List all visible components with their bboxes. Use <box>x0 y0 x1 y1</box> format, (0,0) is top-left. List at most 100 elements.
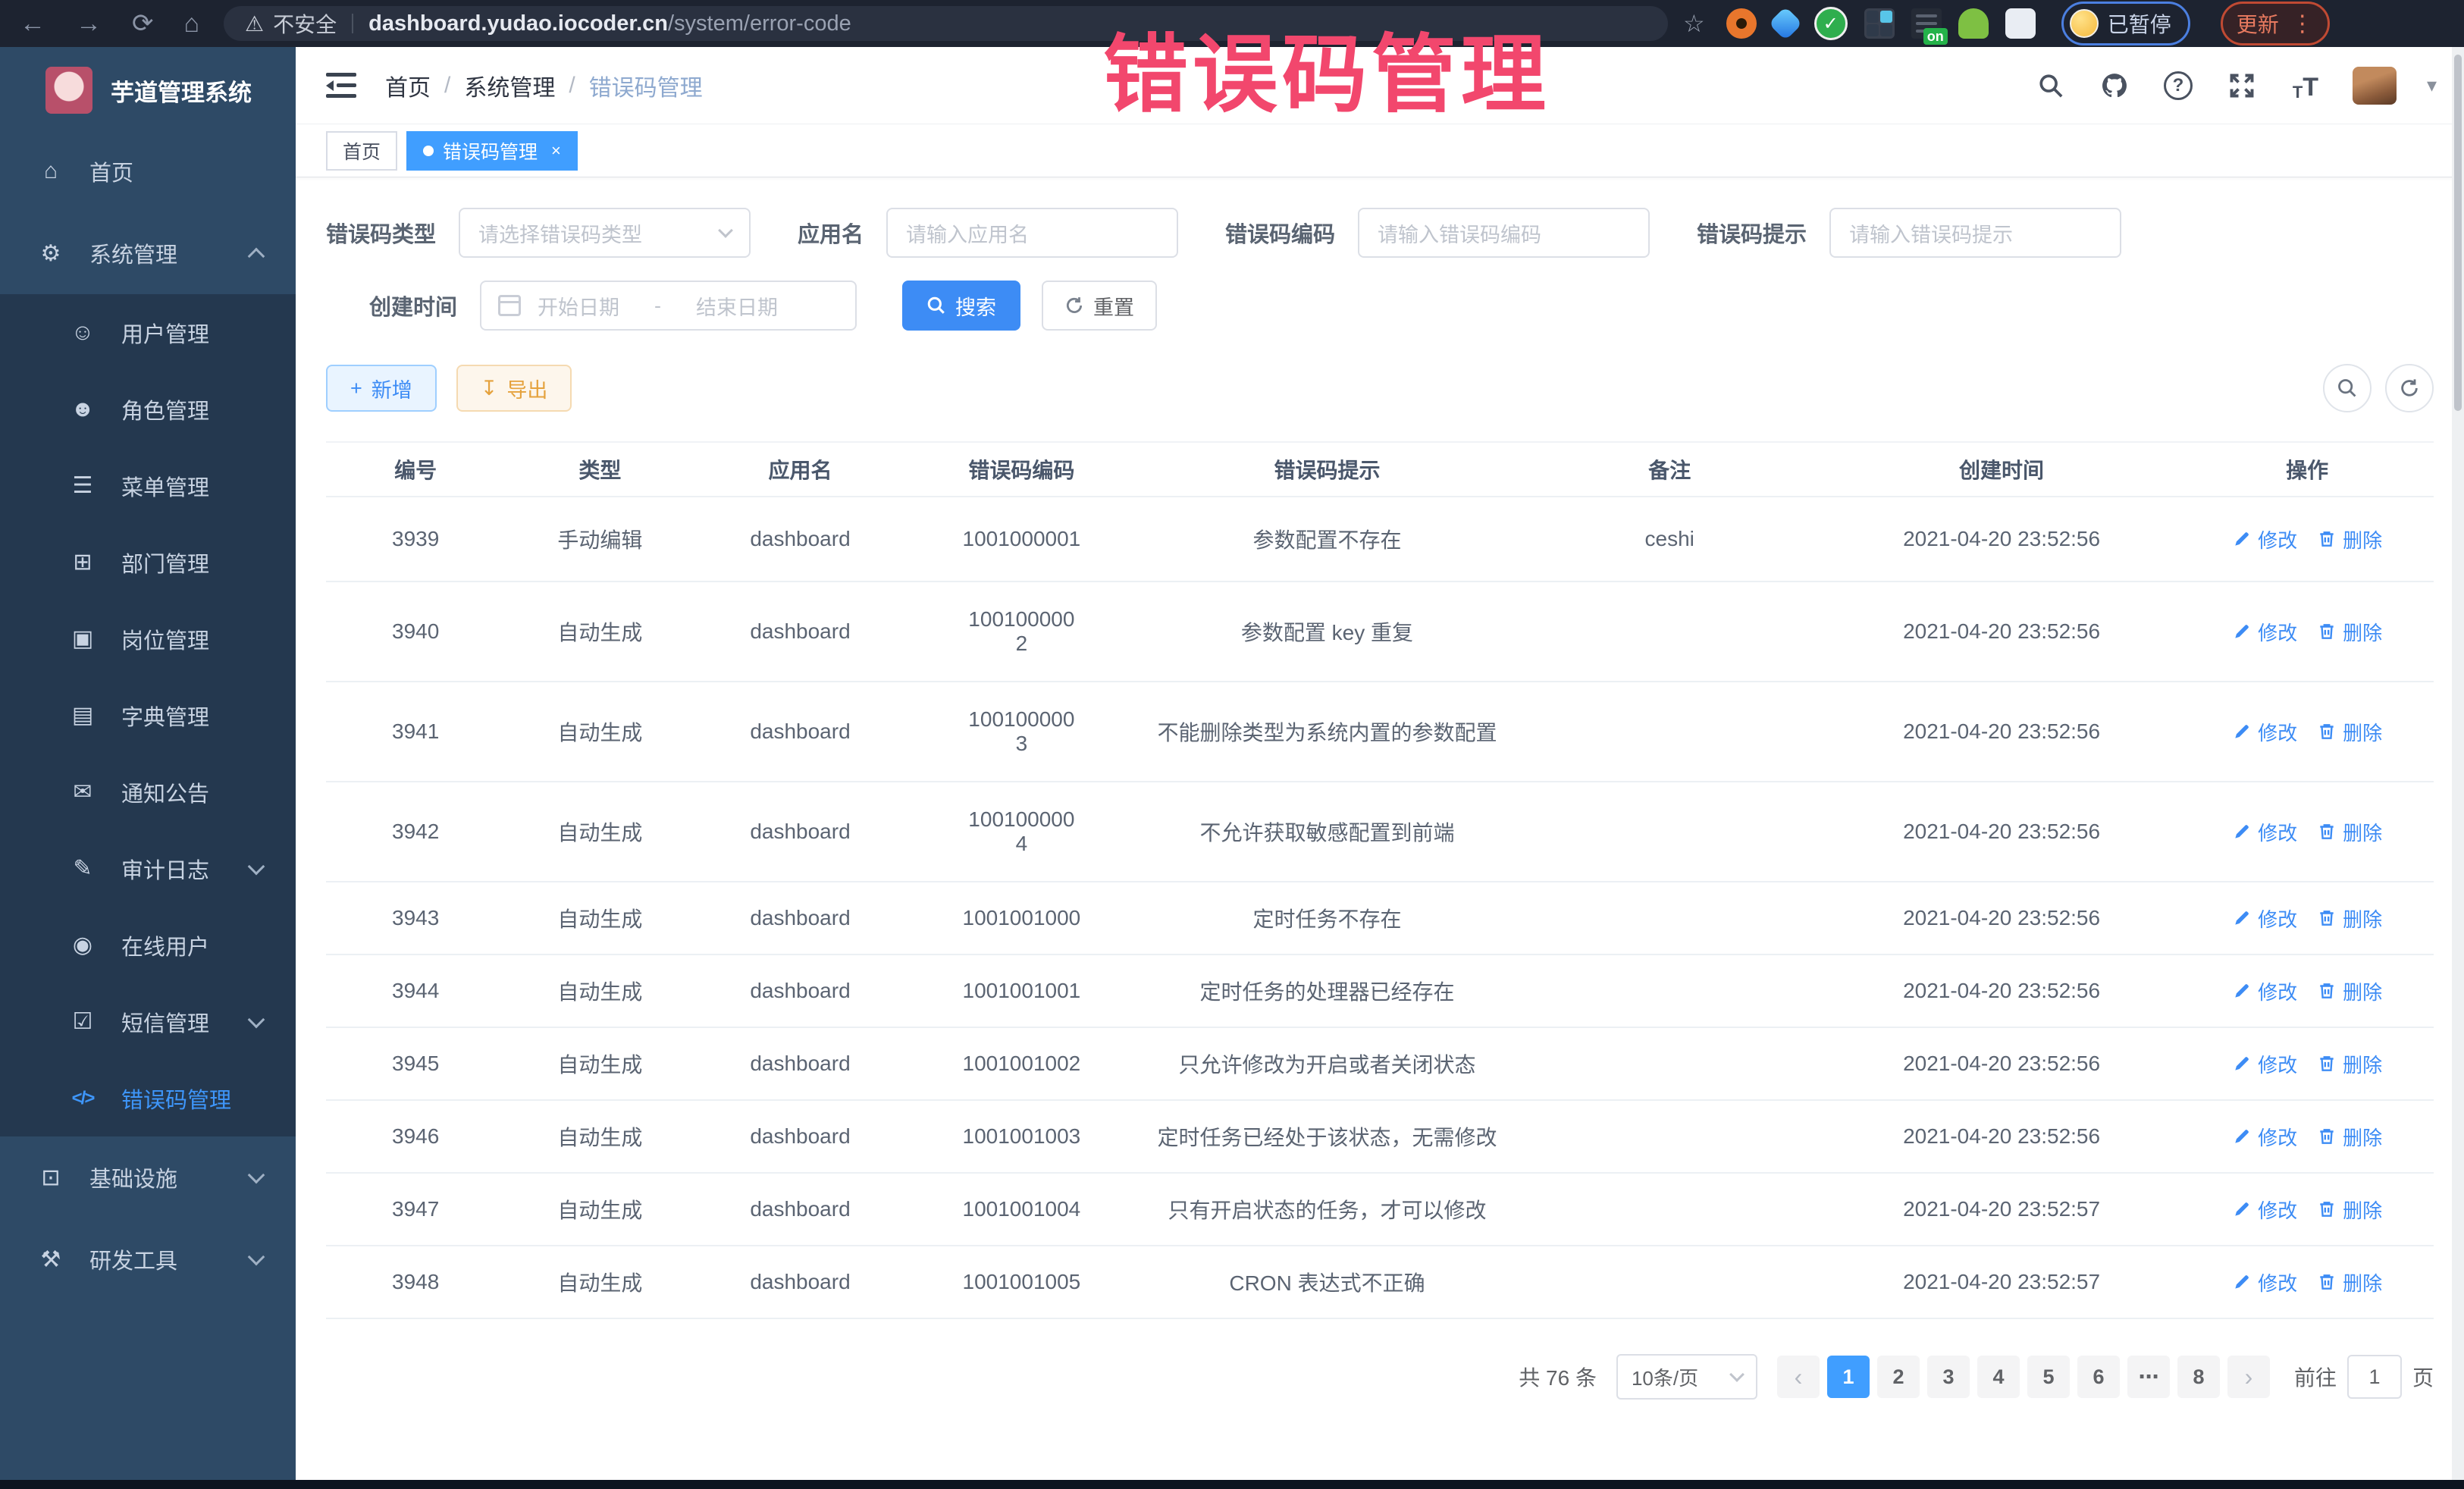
create-time-label: 创建时间 <box>369 290 457 321</box>
help-icon[interactable]: ? <box>2161 69 2195 102</box>
error-code-type-select[interactable]: 请选择错误码类型 <box>459 208 751 258</box>
extension-list-icon[interactable]: on <box>1911 8 1942 39</box>
edit-link[interactable]: 修改 <box>2232 904 2297 933</box>
scrollbar-thumb[interactable] <box>2454 55 2462 411</box>
chevron-down-icon <box>718 223 733 238</box>
cell-id: 3940 <box>326 581 505 682</box>
export-button[interactable]: ↧ 导出 <box>456 365 572 412</box>
extension-orange-icon[interactable] <box>1726 8 1757 39</box>
search-icon[interactable] <box>2034 69 2067 102</box>
delete-link[interactable]: 删除 <box>2317 818 2382 846</box>
sidebar-item-home[interactable]: ⌂ 首页 <box>0 130 296 212</box>
sidebar-item-post-management[interactable]: ▣ 岗位管理 <box>0 600 296 677</box>
browser-update-button[interactable]: 更新 ⋮ <box>2221 2 2330 45</box>
sidebar-item-system-management[interactable]: ⚙ 系统管理 <box>0 212 296 294</box>
sidebar-item-dev-tools[interactable]: ⚒ 研发工具 <box>0 1218 296 1300</box>
page-button-3[interactable]: 3 <box>1927 1356 1970 1398</box>
url-divider <box>352 14 353 33</box>
edit-link[interactable]: 修改 <box>2232 1123 2297 1151</box>
tag-error-code-management[interactable]: 错误码管理 × <box>406 131 578 171</box>
next-page-button[interactable]: › <box>2227 1356 2270 1398</box>
font-size-icon[interactable]: TT <box>2289 69 2322 102</box>
delete-link[interactable]: 删除 <box>2317 525 2382 553</box>
page-ellipsis-button[interactable]: ⋯ <box>2127 1356 2170 1398</box>
sidebar-item-online-users[interactable]: ◉ 在线用户 <box>0 907 296 983</box>
browser-back-icon[interactable]: ← <box>20 9 45 39</box>
delete-link[interactable]: 删除 <box>2317 1050 2382 1078</box>
edit-link[interactable]: 修改 <box>2232 1050 2297 1078</box>
tag-close-icon[interactable]: × <box>551 141 561 161</box>
goto-page-input[interactable]: 1 <box>2347 1355 2402 1399</box>
sidebar-item-infrastructure[interactable]: ⊡ 基础设施 <box>0 1136 296 1218</box>
cell-id: 3945 <box>326 1027 505 1100</box>
address-bar[interactable]: ⚠ 不安全 dashboard.yudao.iocoder.cn/system/… <box>224 6 1668 41</box>
delete-link[interactable]: 删除 <box>2317 977 2382 1005</box>
pagination: 共 76 条 10条/页 ‹ 123456⋯8 › 前往 1 页 <box>326 1354 2434 1400</box>
hamburger-icon[interactable] <box>326 73 356 99</box>
edit-link[interactable]: 修改 <box>2232 1268 2297 1296</box>
extensions-puzzle-icon[interactable] <box>2005 8 2036 39</box>
extension-green-check-icon[interactable]: ✓ <box>1814 7 1848 40</box>
page-button-4[interactable]: 4 <box>1977 1356 2020 1398</box>
sidebar-item-error-code-management[interactable]: </> 错误码管理 <box>0 1060 296 1136</box>
create-time-range-picker[interactable]: 开始日期 - 结束日期 <box>480 281 857 331</box>
add-button[interactable]: + 新增 <box>326 365 437 412</box>
bookmark-star-icon[interactable]: ☆ <box>1683 9 1705 38</box>
delete-link[interactable]: 删除 <box>2317 1123 2382 1151</box>
sidebar-item-sms-management[interactable]: ☑ 短信管理 <box>0 983 296 1060</box>
delete-link[interactable]: 删除 <box>2317 618 2382 646</box>
browser-forward-icon[interactable]: → <box>76 9 102 39</box>
page-button-2[interactable]: 2 <box>1877 1356 1920 1398</box>
extension-grid-icon[interactable] <box>1864 8 1895 39</box>
tag-home[interactable]: 首页 <box>326 131 397 171</box>
sidebar-item-dept-management[interactable]: ⊞ 部门管理 <box>0 524 296 600</box>
edit-link[interactable]: 修改 <box>2232 818 2297 846</box>
browser-toolbar: ← → ⟳ ⌂ ⚠ 不安全 dashboard.yudao.iocoder.cn… <box>0 0 2464 47</box>
sidebar-item-notice-announcement[interactable]: ✉ 通知公告 <box>0 754 296 830</box>
extension-gem-icon[interactable] <box>1768 6 1802 40</box>
sidebar-logo-row[interactable]: 芋道管理系统 <box>0 47 296 130</box>
page-button-1[interactable]: 1 <box>1827 1356 1870 1398</box>
table-row: 3943 自动生成 dashboard 1001001000 定时任务不存在 2… <box>326 882 2434 955</box>
fullscreen-icon[interactable] <box>2225 69 2259 102</box>
reset-button[interactable]: 重置 <box>1042 281 1157 331</box>
page-button-8[interactable]: 8 <box>2177 1356 2220 1398</box>
browser-menu-kebab-icon[interactable]: ⋮ <box>2291 11 2314 37</box>
browser-home-icon[interactable]: ⌂ <box>184 9 200 39</box>
page-scrollbar[interactable] <box>2452 47 2464 1480</box>
sidebar-item-user-management[interactable]: ☺ 用户管理 <box>0 294 296 371</box>
sidebar-item-role-management[interactable]: ☻ 角色管理 <box>0 371 296 447</box>
sidebar-item-menu-management[interactable]: ☰ 菜单管理 <box>0 447 296 524</box>
user-avatar[interactable] <box>2353 67 2397 105</box>
github-icon[interactable] <box>2098 69 2131 102</box>
edit-link[interactable]: 修改 <box>2232 718 2297 746</box>
page-button-6[interactable]: 6 <box>2077 1356 2120 1398</box>
toggle-search-button[interactable] <box>2323 364 2372 412</box>
cell-actions: 修改 删除 <box>2180 1246 2434 1318</box>
col-note: 备注 <box>1517 442 1823 497</box>
sidebar-item-dict-management[interactable]: ▤ 字典管理 <box>0 677 296 754</box>
browser-reload-icon[interactable]: ⟳ <box>132 8 154 39</box>
delete-link[interactable]: 删除 <box>2317 1268 2382 1296</box>
search-button[interactable]: 搜索 <box>902 281 1020 331</box>
delete-link[interactable]: 删除 <box>2317 718 2382 746</box>
breadcrumb-home[interactable]: 首页 <box>385 69 431 102</box>
edit-link[interactable]: 修改 <box>2232 977 2297 1005</box>
edit-link[interactable]: 修改 <box>2232 525 2297 553</box>
delete-link[interactable]: 删除 <box>2317 904 2382 933</box>
extension-key-icon[interactable] <box>1958 8 1989 39</box>
app-name-input[interactable]: 请输入应用名 <box>886 208 1178 258</box>
prev-page-button[interactable]: ‹ <box>1777 1356 1820 1398</box>
sidebar-item-audit-log[interactable]: ✎ 审计日志 <box>0 830 296 907</box>
page-button-5[interactable]: 5 <box>2027 1356 2070 1398</box>
profile-paused-chip[interactable]: 已暂停 <box>2061 2 2190 45</box>
refresh-button[interactable] <box>2385 364 2434 412</box>
avatar-caret-icon[interactable]: ▾ <box>2427 74 2437 97</box>
page-size-select[interactable]: 10条/页 <box>1616 1354 1757 1400</box>
breadcrumb-system[interactable]: 系统管理 <box>464 69 555 102</box>
delete-link[interactable]: 删除 <box>2317 1196 2382 1224</box>
error-msg-input[interactable]: 请输入错误码提示 <box>1829 208 2121 258</box>
edit-link[interactable]: 修改 <box>2232 1196 2297 1224</box>
edit-link[interactable]: 修改 <box>2232 618 2297 646</box>
error-code-input[interactable]: 请输入错误码编码 <box>1358 208 1650 258</box>
